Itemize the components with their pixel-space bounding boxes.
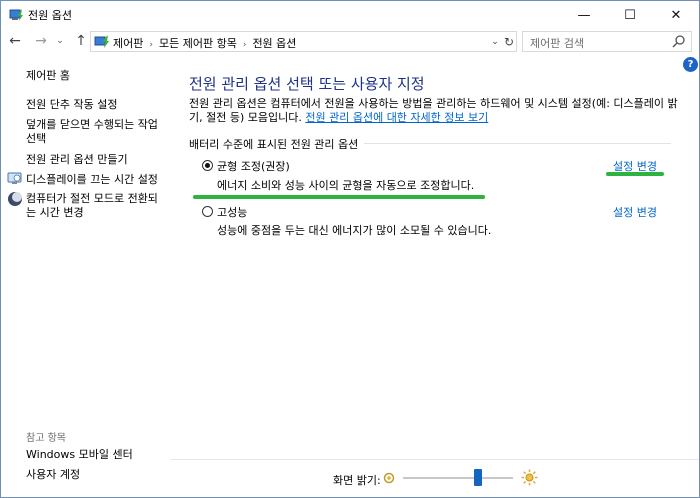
brightness-slider-thumb[interactable] bbox=[473, 469, 482, 486]
high-performance-plan-description: 성능에 중점을 두는 대신 에너지가 많이 소모될 수 있습니다. bbox=[217, 224, 492, 237]
sidebar-item-sleep-time[interactable]: 컴퓨터가 절전 모드로 전환되는 시간 변경 bbox=[26, 192, 166, 220]
breadcrumb: 제어판 › 모든 제어판 항목 › 전원 옵션 bbox=[113, 35, 296, 51]
sidebar: 제어판 홈 전원 단추 작동 설정 덮개를 닫으면 수행되는 작업 선택 전원 … bbox=[1, 53, 171, 498]
plans-group-label: 배터리 수준에 표시된 전원 관리 옵션 bbox=[189, 136, 365, 152]
breadcrumb-item[interactable]: 전원 옵션 bbox=[252, 37, 296, 50]
breadcrumb-item[interactable]: 제어판 bbox=[113, 37, 143, 50]
high-performance-plan-radio[interactable] bbox=[202, 206, 213, 217]
search-input[interactable]: 제어판 검색 bbox=[522, 31, 692, 52]
sidebar-item-create-power-plan[interactable]: 전원 관리 옵션 만들기 bbox=[26, 153, 166, 167]
sidebar-item-mobility-center[interactable]: Windows 모바일 센터 bbox=[26, 448, 166, 462]
control-panel-icon bbox=[94, 35, 109, 48]
page-title: 전원 관리 옵션 선택 또는 사용자 지정 bbox=[189, 75, 425, 93]
close-button[interactable]: ✕ bbox=[653, 1, 699, 29]
breadcrumb-item[interactable]: 모든 제어판 항목 bbox=[159, 37, 237, 50]
search-placeholder: 제어판 검색 bbox=[530, 37, 585, 50]
minimize-button[interactable]: — bbox=[561, 1, 607, 29]
sidebar-item-user-accounts[interactable]: 사용자 계정 bbox=[26, 468, 166, 482]
high-performance-plan-name[interactable]: 고성능 bbox=[217, 204, 247, 220]
more-info-link[interactable]: 전원 관리 옵션에 대한 자세한 정보 보기 bbox=[305, 111, 488, 124]
sidebar-item-power-button-settings[interactable]: 전원 단추 작동 설정 bbox=[26, 98, 166, 112]
forward-arrow-icon[interactable]: → bbox=[31, 31, 51, 51]
up-arrow-icon[interactable]: ↑ bbox=[71, 31, 91, 51]
sidebar-item-control-panel-home[interactable]: 제어판 홈 bbox=[26, 69, 166, 83]
high-performance-change-settings-link[interactable]: 설정 변경 bbox=[613, 204, 657, 220]
address-dropdown-chevron-icon[interactable]: ⌄ bbox=[489, 34, 501, 50]
breadcrumb-separator-icon[interactable]: › bbox=[243, 40, 247, 50]
annotation-underline bbox=[193, 195, 485, 199]
power-options-icon bbox=[9, 9, 23, 21]
brightness-bar: 화면 밝기: bbox=[171, 459, 699, 497]
recent-locations-chevron-icon[interactable]: ⌄ bbox=[53, 31, 67, 51]
navigation-bar: ← → ⌄ ↑ 제어판 › 모든 제어판 항목 › 전원 옵션 ⌄ ↻ 제어판 검색 bbox=[1, 29, 699, 53]
annotation-underline bbox=[606, 172, 664, 176]
monitor-icon bbox=[7, 172, 22, 184]
breadcrumb-separator-icon[interactable]: › bbox=[149, 40, 153, 50]
power-options-window: 전원 옵션 — ☐ ✕ ← → ⌄ ↑ 제어판 › 모든 제어판 항목 › 전원 옵션 … bbox=[0, 0, 700, 498]
title-bar: 전원 옵션 — ☐ ✕ bbox=[1, 1, 699, 29]
sidebar-item-lid-close-action[interactable]: 덮개를 닫으면 수행되는 작업 선택 bbox=[26, 118, 166, 146]
brightness-label: 화면 밝기: bbox=[333, 474, 381, 487]
back-arrow-icon[interactable]: ← bbox=[5, 31, 25, 51]
balanced-plan-name[interactable]: 균형 조정(권장) bbox=[217, 158, 290, 174]
refresh-icon[interactable]: ↻ bbox=[501, 33, 517, 51]
address-bar[interactable]: 제어판 › 모든 제어판 항목 › 전원 옵션 ⌄ ↻ bbox=[90, 31, 517, 52]
moon-icon bbox=[8, 192, 22, 206]
balanced-plan-description: 에너지 소비와 성능 사이의 균형을 자동으로 조정합니다. bbox=[217, 179, 475, 192]
search-icon[interactable] bbox=[671, 34, 687, 50]
help-icon[interactable]: ? bbox=[683, 57, 698, 72]
page-description: 전원 관리 옵션은 컴퓨터에서 전원을 사용하는 방법을 관리하는 하드웨어 및… bbox=[189, 97, 679, 125]
dim-brightness-icon bbox=[383, 472, 395, 484]
see-also-heading: 참고 항목 bbox=[26, 433, 66, 444]
window-title: 전원 옵션 bbox=[28, 9, 72, 22]
brightness-slider-track[interactable] bbox=[403, 477, 513, 479]
balanced-plan-radio[interactable] bbox=[202, 160, 213, 171]
sidebar-item-display-off-time[interactable]: 디스플레이를 끄는 시간 설정 bbox=[26, 173, 166, 187]
maximize-button[interactable]: ☐ bbox=[607, 1, 653, 29]
bright-brightness-icon bbox=[521, 469, 538, 486]
